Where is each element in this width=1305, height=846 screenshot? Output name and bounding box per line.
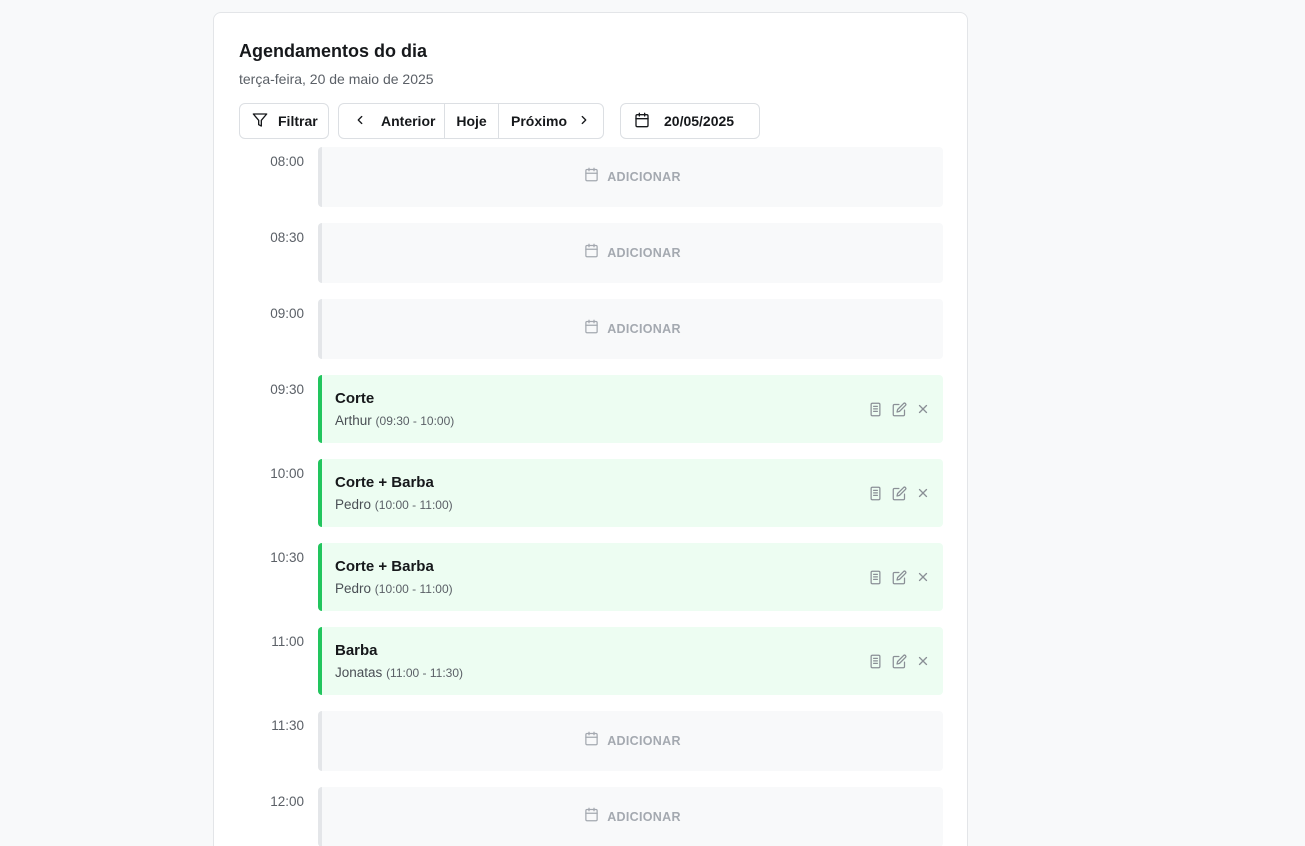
calendar-icon — [634, 112, 664, 131]
appointment-service: Corte + Barba — [335, 474, 434, 491]
appointment-client: Jonatas — [335, 665, 383, 680]
appointment-client-line: Jonatas (11:00 - 11:30) — [335, 665, 463, 680]
add-appointment-button[interactable]: ADICIONAR — [318, 223, 943, 283]
previous-day-button[interactable]: Anterior — [339, 104, 445, 138]
appointment-client: Pedro — [335, 581, 372, 596]
add-appointment-label: ADICIONAR — [607, 170, 681, 184]
appointment-time-range: (09:30 - 10:00) — [375, 414, 455, 428]
close-icon[interactable] — [915, 485, 931, 501]
calendar-icon — [584, 167, 599, 187]
appointment-client-line: Arthur (09:30 - 10:00) — [335, 413, 454, 428]
page-subtitle: terça-feira, 20 de maio de 2025 — [239, 71, 434, 87]
add-appointment-label: ADICIONAR — [607, 246, 681, 260]
date-value: 20/05/2025 — [664, 113, 735, 129]
appointment-card[interactable]: Corte + Barba Pedro (10:00 - 11:00) — [318, 459, 943, 527]
appointment-card[interactable]: Corte + Barba Pedro (10:00 - 11:00) — [318, 543, 943, 611]
calendar-icon — [584, 243, 599, 263]
edit-icon[interactable] — [891, 569, 907, 585]
appointment-time-range: (10:00 - 11:00) — [374, 498, 453, 512]
filter-icon — [252, 112, 278, 131]
day-navigation: Anterior Hoje Próximo — [338, 103, 604, 139]
appointment-service: Corte — [335, 390, 375, 407]
schedule-card: Agendamentos do dia terça-feira, 20 de m… — [213, 12, 968, 846]
appointment-card[interactable]: Barba Jonatas (11:00 - 11:30) — [318, 627, 943, 695]
page-title: Agendamentos do dia — [239, 41, 428, 61]
appointment-actions — [867, 485, 931, 501]
slot-time: 09:00 — [270, 306, 304, 321]
chevron-left-icon — [353, 113, 381, 130]
slot-time: 12:00 — [270, 794, 304, 809]
appointment-card[interactable]: Corte Arthur (09:30 - 10:00) — [318, 375, 943, 443]
add-appointment-button[interactable]: ADICIONAR — [318, 711, 943, 771]
add-appointment-button[interactable]: ADICIONAR — [318, 299, 943, 359]
next-day-label: Próximo — [511, 113, 568, 129]
add-appointment-button[interactable]: ADICIONAR — [318, 147, 943, 207]
add-appointment-label: ADICIONAR — [607, 734, 681, 748]
add-appointment-label: ADICIONAR — [607, 810, 681, 824]
date-picker-button[interactable]: 20/05/2025 — [620, 103, 760, 139]
appointment-service: Barba — [335, 642, 378, 659]
appointment-actions — [867, 653, 931, 669]
filter-button-label: Filtrar — [278, 113, 318, 129]
close-icon[interactable] — [915, 653, 931, 669]
slot-time: 10:30 — [270, 550, 304, 565]
appointment-client-line: Pedro (10:00 - 11:00) — [335, 581, 453, 596]
close-icon[interactable] — [915, 401, 931, 417]
today-button[interactable]: Hoje — [445, 104, 499, 138]
calendar-icon — [584, 731, 599, 751]
appointment-client: Pedro — [335, 497, 372, 512]
slot-time: 08:00 — [270, 154, 304, 169]
appointment-time-range: (11:00 - 11:30) — [386, 666, 463, 680]
next-day-button[interactable]: Próximo — [499, 104, 603, 138]
calendar-icon — [584, 807, 599, 827]
close-icon[interactable] — [915, 569, 931, 585]
slot-time: 09:30 — [270, 382, 304, 397]
add-appointment-label: ADICIONAR — [607, 322, 681, 336]
details-icon[interactable] — [867, 653, 883, 669]
appointment-client-line: Pedro (10:00 - 11:00) — [335, 497, 453, 512]
appointment-service: Corte + Barba — [335, 558, 434, 575]
calendar-icon — [584, 319, 599, 339]
appointment-time-range: (10:00 - 11:00) — [374, 582, 453, 596]
slot-time: 08:30 — [270, 230, 304, 245]
details-icon[interactable] — [867, 485, 883, 501]
slot-time: 10:00 — [270, 466, 304, 481]
filter-button[interactable]: Filtrar — [239, 103, 329, 139]
add-appointment-button[interactable]: ADICIONAR — [318, 787, 943, 846]
appointment-actions — [867, 569, 931, 585]
edit-icon[interactable] — [891, 653, 907, 669]
edit-icon[interactable] — [891, 485, 907, 501]
edit-icon[interactable] — [891, 401, 907, 417]
today-label: Hoje — [456, 113, 487, 129]
details-icon[interactable] — [867, 401, 883, 417]
appointment-actions — [867, 401, 931, 417]
chevron-right-icon — [567, 113, 591, 130]
slot-time: 11:30 — [271, 718, 304, 733]
appointment-client: Arthur — [335, 413, 372, 428]
slot-time: 11:00 — [271, 634, 304, 649]
details-icon[interactable] — [867, 569, 883, 585]
previous-day-label: Anterior — [381, 113, 436, 129]
